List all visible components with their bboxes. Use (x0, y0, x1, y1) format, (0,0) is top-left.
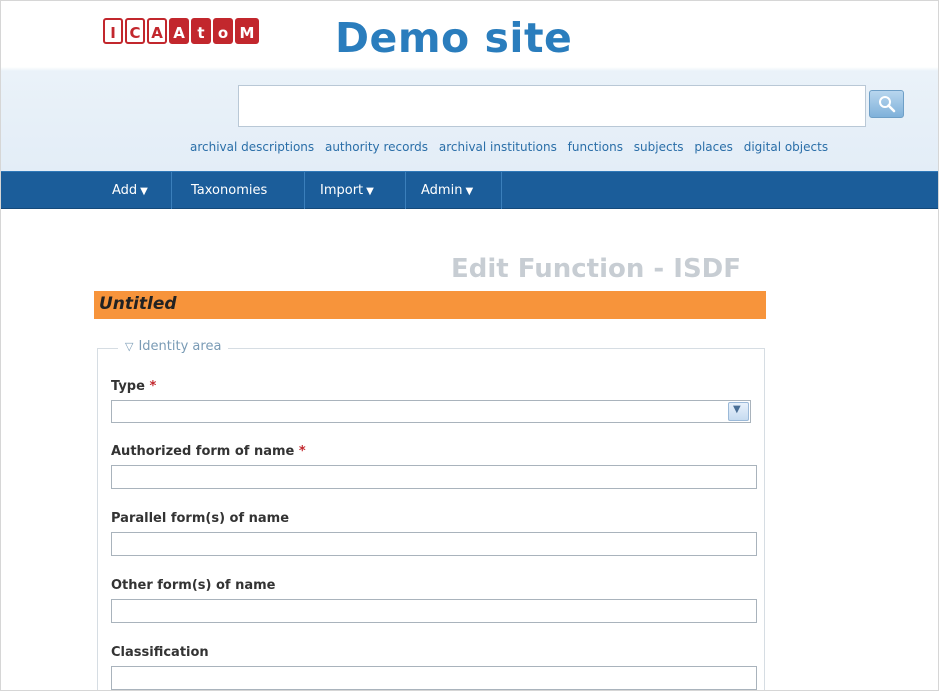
browse-link-archival-descriptions[interactable]: archival descriptions (190, 140, 314, 154)
collapse-triangle-icon: ▽ (125, 340, 134, 353)
authorized-form-of-name-input[interactable] (111, 465, 757, 489)
browse-link-authority-records[interactable]: authority records (325, 140, 428, 154)
nav-item-add[interactable]: Add ▼ (99, 172, 172, 209)
browse-link-places[interactable]: places (694, 140, 733, 154)
required-marker: * (298, 444, 306, 459)
field-label-text: Authorized form of name (111, 444, 295, 459)
browse-link-subjects[interactable]: subjects (634, 140, 684, 154)
field-label-classification: Classification (111, 645, 209, 660)
field-label-text: Parallel form(s) of name (111, 511, 290, 526)
required-marker: * (149, 379, 157, 394)
nav-item-label: Taxonomies (191, 183, 268, 198)
type-select[interactable] (111, 400, 751, 423)
search-button[interactable] (869, 90, 904, 118)
field-label-text: Type (111, 379, 145, 394)
dropdown-arrow-icon: ▼ (366, 186, 374, 197)
field-label-text: Classification (111, 645, 209, 660)
search-icon (879, 96, 896, 113)
parallel-forms-of-name-input[interactable] (111, 532, 757, 556)
field-label-other-forms-of-name: Other form(s) of name (111, 578, 275, 593)
record-title-bar: Untitled (94, 291, 766, 319)
main-nav: Add ▼ Taxonomies Import ▼ Admin ▼ (1, 171, 938, 209)
identity-area-toggle[interactable]: ▽ Identity area (118, 339, 229, 354)
browse-links: archival descriptions authority records … (190, 140, 835, 154)
nav-item-label: Admin (421, 183, 463, 198)
site-title[interactable]: Demo site (335, 14, 572, 62)
logo-letter: C (125, 18, 145, 44)
browse-link-digital-objects[interactable]: digital objects (744, 140, 828, 154)
browse-link-archival-institutions[interactable]: archival institutions (439, 140, 557, 154)
other-forms-of-name-input[interactable] (111, 599, 757, 623)
identity-area-title: Identity area (138, 339, 222, 354)
logo-letter: A (147, 18, 167, 44)
nav-item-import[interactable]: Import ▼ (305, 172, 406, 209)
record-title: Untitled (99, 294, 177, 314)
nav-item-taxonomies[interactable]: Taxonomies (172, 172, 305, 209)
site-header: I C A A t o M Demo site archival descrip… (1, 1, 938, 171)
type-select-dropdown-button[interactable]: ▼ (728, 402, 749, 421)
search-input[interactable] (238, 85, 866, 127)
dropdown-arrow-icon: ▼ (140, 186, 148, 197)
page-title: Edit Function - ISDF (451, 254, 742, 284)
logo-letter: t (191, 18, 211, 44)
field-label-type: Type * (111, 379, 156, 394)
ica-atom-logo[interactable]: I C A A t o M (103, 18, 259, 46)
nav-item-label: Import (320, 183, 364, 198)
nav-item-admin[interactable]: Admin ▼ (406, 172, 502, 209)
field-label-parallel-forms-of-name: Parallel form(s) of name (111, 511, 289, 526)
browse-link-functions[interactable]: functions (568, 140, 623, 154)
logo-letter: M (235, 18, 259, 44)
page-frame: I C A A t o M Demo site archival descrip… (0, 0, 939, 691)
logo-letter: A (169, 18, 189, 44)
field-label-text: Other form(s) of name (111, 578, 276, 593)
logo-letter: o (213, 18, 233, 44)
nav-item-label: Add (112, 183, 138, 198)
classification-input[interactable] (111, 666, 757, 690)
chevron-down-icon: ▼ (733, 404, 741, 415)
logo-letter: I (103, 18, 123, 44)
field-label-authorized-form-of-name: Authorized form of name * (111, 444, 306, 459)
dropdown-arrow-icon: ▼ (465, 186, 474, 197)
